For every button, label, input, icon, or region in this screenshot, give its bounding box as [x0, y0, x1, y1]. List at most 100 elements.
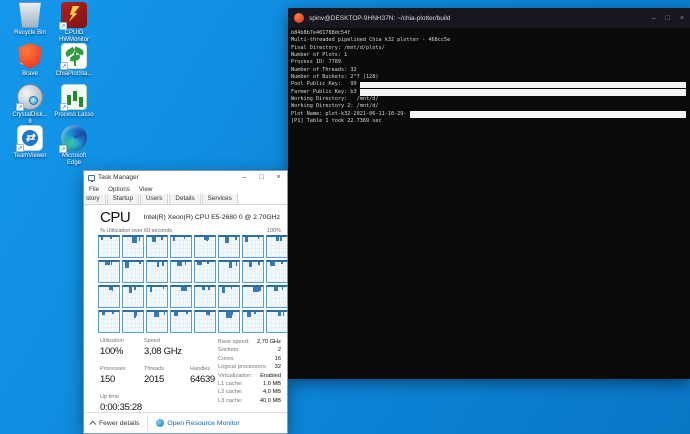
cpu-core-graph — [266, 235, 288, 258]
desktop-icon-microsoft-edge[interactable]: ↗Microsoft Edge — [52, 125, 96, 166]
terminal-line: Working Directory: /mnt/d/ — [291, 96, 687, 103]
stat-row: Logical processors:32 — [218, 364, 281, 372]
processes-value: 150 — [100, 374, 144, 394]
minimize-icon[interactable]: – — [652, 15, 656, 22]
task-manager-title: Task Manager — [98, 174, 236, 181]
speed-value: 3,08 GHz — [144, 346, 190, 366]
crystaldiskmark-icon: ↗ — [17, 84, 43, 110]
resource-monitor-icon — [156, 419, 164, 427]
cpu-core-graph — [146, 260, 168, 283]
fewer-details-label: Fewer details — [99, 420, 139, 427]
shortcut-arrow-icon: ↗ — [59, 145, 67, 153]
cpu-core-graph — [122, 310, 144, 333]
shortcut-arrow-icon: ↗ — [59, 22, 67, 30]
threads-label: Threads — [144, 366, 190, 374]
teamviewer-icon: ⇄↗ — [17, 125, 43, 151]
fewer-details-button[interactable]: Fewer details — [84, 413, 148, 433]
cpu-core-graph — [146, 310, 168, 333]
graph-caption: % Utilization over 60 seconds — [100, 228, 172, 234]
close-icon[interactable]: × — [680, 15, 684, 22]
cpu-core-graph — [266, 260, 288, 283]
close-icon[interactable]: × — [270, 171, 287, 184]
cpu-stats-right: Base speed:2,70 GHzSockets:2Cores:16Logi… — [218, 338, 281, 410]
resource-monitor-label: Open Resource Monitor — [167, 420, 239, 427]
cpu-core-graph — [242, 285, 264, 308]
desktop-icon-chiaplotstatus[interactable]: ↗ChiaPlotSta... — [52, 43, 96, 84]
desktop-icon-brave[interactable]: ↗Brave — [8, 43, 52, 84]
brave-label: Brave — [22, 71, 38, 78]
tab-users[interactable]: Users — [140, 194, 168, 204]
cpu-core-graph — [98, 285, 120, 308]
stat-row: Virtualization:Enabled — [218, 373, 281, 381]
desktop-icon-cpuid-hwmonitor[interactable]: ↗CPUID HWMonitor — [52, 2, 96, 43]
recycle-bin-label: Recycle Bin — [14, 30, 46, 37]
terminal-line: Plot Name: plot-k32-2021-06-11-10-29- — [291, 111, 687, 118]
task-manager-tabs: storyStartupUsersDetailsServices — [84, 194, 287, 205]
terminal-line: Process ID: 7789 — [291, 59, 687, 66]
menu-options[interactable]: Options — [108, 186, 130, 193]
cpu-core-grid[interactable] — [98, 235, 288, 333]
cpu-core-graph — [218, 310, 240, 333]
utilization-value: 100% — [100, 346, 144, 366]
cpu-stats-left: Utilization Speed 100% 3,08 GHz Processe… — [100, 338, 218, 410]
terminal-line: Pool Public Key: 99 — [291, 81, 687, 88]
microsoft-edge-label: Microsoft Edge — [62, 153, 86, 166]
processes-label: Processes — [100, 366, 144, 374]
uptime-label: Up time — [100, 394, 218, 402]
menu-view[interactable]: View — [139, 186, 153, 193]
maximize-icon[interactable]: □ — [666, 15, 670, 22]
redaction-bar — [410, 111, 686, 117]
tab-services[interactable]: Services — [202, 194, 238, 204]
open-resource-monitor-link[interactable]: Open Resource Monitor — [148, 419, 247, 427]
process-lasso-label: Process Lasso — [54, 112, 93, 119]
shortcut-arrow-icon: ↗ — [16, 103, 24, 111]
cpu-core-graph — [242, 310, 264, 333]
task-manager-titlebar[interactable]: Task Manager –□× — [84, 171, 287, 184]
desktop-icon-process-lasso[interactable]: ↗Process Lasso — [52, 84, 96, 125]
desktop-icon-crystaldiskmark[interactable]: ↗CrystalDisk... 8 — [8, 84, 52, 125]
brave-icon: ↗ — [17, 43, 43, 69]
desktop-icon-teamviewer[interactable]: ⇄↗ TeamViewer — [8, 125, 52, 166]
tab-story[interactable]: story — [84, 194, 106, 204]
threads-value: 2015 — [144, 374, 190, 394]
teamviewer-label: TeamViewer — [14, 153, 47, 160]
terminal-line: b84b8b7e401788dc54f — [291, 30, 687, 37]
tab-startup[interactable]: Startup — [107, 194, 139, 204]
utilization-label: Utilization — [100, 338, 144, 346]
menu-file[interactable]: File — [89, 186, 99, 193]
cpu-core-graph — [242, 260, 264, 283]
desktop-icon-recycle-bin[interactable]: Recycle Bin — [8, 2, 52, 43]
stat-row: Sockets:2 — [218, 347, 281, 355]
chiaplotstatus-icon: ↗ — [61, 43, 87, 69]
stat-row: L1 cache:1,0 MB — [218, 381, 281, 389]
terminal-window-controls: – □ × — [652, 15, 684, 22]
terminal-output[interactable]: b84b8b7e401788dc54fMulti-threaded pipeli… — [288, 28, 690, 379]
cpu-core-graph — [170, 310, 192, 333]
tab-details[interactable]: Details — [169, 194, 200, 204]
cpu-core-graph — [170, 260, 192, 283]
shortcut-arrow-icon: ↗ — [60, 62, 68, 70]
cpu-core-graph — [146, 285, 168, 308]
speed-label: Speed — [144, 338, 190, 346]
redaction-bar — [360, 82, 686, 88]
terminal-line: [P1] Table 1 took 22.7369 sec — [291, 118, 687, 125]
maximize-icon[interactable]: □ — [253, 171, 270, 184]
cpu-core-graph — [194, 260, 216, 283]
cpu-core-graph — [194, 310, 216, 333]
chevron-up-icon — [89, 420, 96, 427]
processor-name: Intel(R) Xeon(R) CPU E5-2680 0 @ 2.70GHz — [144, 214, 280, 221]
cpu-core-graph — [122, 235, 144, 258]
terminal-titlebar[interactable]: spinv@DESKTOP-9HNH37N: ~/chia-plotter/bu… — [288, 8, 690, 28]
terminal-line: Working Directory 2: /mnt/d/ — [291, 103, 687, 110]
shortcut-arrow-icon: ↗ — [60, 103, 68, 111]
cpu-core-graph — [98, 260, 120, 283]
cpu-core-graph — [98, 235, 120, 258]
minimize-icon[interactable]: – — [236, 171, 253, 184]
cpu-core-graph — [122, 260, 144, 283]
process-lasso-icon: ↗ — [61, 84, 87, 110]
shortcut-arrow-icon: ↗ — [15, 63, 23, 71]
terminal-line: Number of Plots: 1 — [291, 52, 687, 59]
cpu-core-graph — [194, 285, 216, 308]
terminal-line: Farmer Public Key: b3 — [291, 89, 687, 96]
terminal-app-icon — [294, 13, 304, 23]
